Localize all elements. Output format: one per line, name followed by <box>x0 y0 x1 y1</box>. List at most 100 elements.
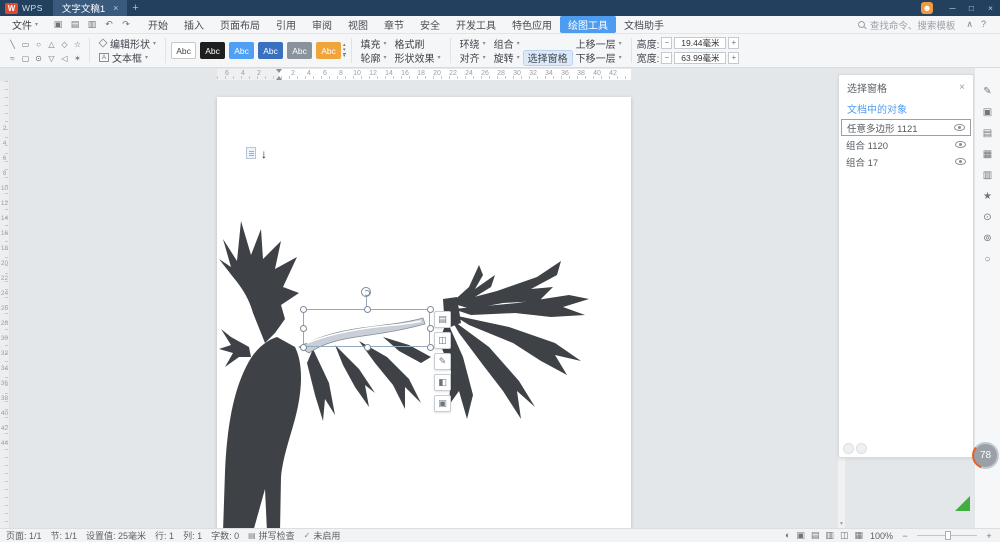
floating-tool-button[interactable]: ✎ <box>434 353 451 370</box>
menu-tab[interactable]: 开发工具 <box>448 16 504 33</box>
floating-tool-button[interactable]: ◫ <box>434 332 451 349</box>
document-page[interactable]: ↓ ▤◫✎◧▣ <box>217 97 631 528</box>
help-icon[interactable]: ? <box>981 19 986 30</box>
indent-markers[interactable] <box>275 69 284 80</box>
text-box-button[interactable]: A 文本框 ▾ <box>95 51 160 65</box>
quick-access-icon[interactable]: ▣ <box>51 19 65 30</box>
zoom-in-button[interactable]: + <box>984 531 994 541</box>
shape-icon[interactable]: ✶ <box>71 51 84 65</box>
quick-access-icon[interactable]: ↶ <box>102 19 116 30</box>
file-menu-button[interactable]: 文件 ▾ <box>6 17 44 32</box>
gallery-down-icon[interactable]: ▾ <box>343 48 346 52</box>
width-decrease-button[interactable]: − <box>661 52 672 64</box>
shape-icon[interactable]: ◇ <box>58 37 71 51</box>
shape-icon[interactable]: ▢ <box>19 51 32 65</box>
user-avatar[interactable]: ☻ <box>921 2 933 14</box>
resize-handle-sw[interactable] <box>300 344 307 351</box>
proofing-status[interactable]: ✓ 未启用 <box>304 529 341 542</box>
shape-style-swatch[interactable]: Abc <box>229 42 254 59</box>
view-mode-icon[interactable]: ◫ <box>840 530 849 541</box>
visibility-eye-icon[interactable] <box>955 158 966 165</box>
menu-tab[interactable]: 页面布局 <box>212 16 268 33</box>
sidebar-tool-icon[interactable]: ✎ <box>983 86 991 98</box>
resize-handle-ne[interactable] <box>427 306 434 313</box>
maximize-button[interactable]: □ <box>962 0 981 16</box>
quick-access-icon[interactable]: ▤ <box>68 19 82 30</box>
rotation-handle[interactable] <box>361 287 371 297</box>
minimize-button[interactable]: ─ <box>943 0 962 16</box>
resize-handle-n[interactable] <box>364 306 371 313</box>
view-mode-icon[interactable]: ▣ <box>796 530 805 541</box>
menu-tab[interactable]: 引用 <box>268 16 304 33</box>
height-decrease-button[interactable]: − <box>661 37 672 49</box>
view-mode-icon[interactable]: ▥ <box>825 530 834 541</box>
close-icon[interactable]: × <box>959 82 965 93</box>
bring-forward-button[interactable]: 上移一层 ▾ <box>572 36 626 50</box>
wrap-button[interactable]: 环绕 ▾ <box>456 36 490 50</box>
new-tab-button[interactable]: + <box>127 2 143 14</box>
floating-tool-button[interactable]: ▣ <box>434 395 451 412</box>
edit-shape-button[interactable]: 编辑形状 ▾ <box>95 36 160 50</box>
view-mode-icon[interactable]: ▦ <box>854 530 863 541</box>
tree-shape-group[interactable] <box>219 221 589 528</box>
send-backward-button[interactable]: 下移一层 ▾ <box>572 51 626 65</box>
visibility-eye-icon[interactable] <box>955 141 966 148</box>
menu-tab[interactable]: 章节 <box>376 16 412 33</box>
spell-check-status[interactable]: ▤ 拼写检查 <box>248 529 295 542</box>
menu-tab[interactable]: 视图 <box>340 16 376 33</box>
object-list-item[interactable]: 组合 17 <box>841 153 971 170</box>
floating-tool-button[interactable]: ▤ <box>434 311 451 328</box>
selection-pane-button[interactable]: 选择窗格 <box>524 51 572 65</box>
shape-style-swatch[interactable]: Abc <box>171 42 196 59</box>
resize-handle-w[interactable] <box>300 325 307 332</box>
width-increase-button[interactable]: + <box>728 52 739 64</box>
floating-tool-button[interactable]: ◧ <box>434 374 451 391</box>
menu-tab[interactable]: 审阅 <box>304 16 340 33</box>
height-input[interactable]: 19.44毫米 <box>674 37 726 49</box>
object-list-item[interactable]: 组合 1120 <box>841 136 971 153</box>
shape-icon[interactable]: ▽ <box>45 51 58 65</box>
width-input[interactable]: 63.99毫米 <box>674 52 726 64</box>
shape-icon[interactable]: ≈ <box>6 51 19 65</box>
shape-style-swatch[interactable]: Abc <box>316 42 341 59</box>
resize-handle-s[interactable] <box>364 344 371 351</box>
shape-selection-box[interactable] <box>303 309 430 347</box>
sidebar-tool-icon[interactable]: ▣ <box>983 107 992 119</box>
sidebar-tool-icon[interactable]: ⊙ <box>983 212 991 224</box>
view-mode-icon[interactable]: ▤ <box>811 530 820 541</box>
zoom-level[interactable]: 100% <box>870 531 893 541</box>
command-search[interactable]: 查找命令、搜索模板 <box>858 18 956 32</box>
shape-icon[interactable]: ╲ <box>6 37 19 51</box>
shape-style-swatch[interactable]: Abc <box>287 42 312 59</box>
document-tab[interactable]: 文字文稿1 × <box>53 0 128 16</box>
sidebar-tool-icon[interactable]: ▦ <box>983 149 992 161</box>
resize-handle-e[interactable] <box>427 325 434 332</box>
shape-icon[interactable]: ▭ <box>19 37 32 51</box>
close-button[interactable]: × <box>981 0 1000 16</box>
scroll-down-icon[interactable]: ▼ <box>838 521 845 527</box>
left-indent-marker[interactable] <box>276 76 282 80</box>
tab-close-icon[interactable]: × <box>113 3 118 13</box>
menu-tab[interactable]: 绘图工具 <box>560 16 616 33</box>
outline-button[interactable]: 轮廓 ▾ <box>357 51 391 65</box>
sidebar-tool-icon[interactable]: ▤ <box>983 128 992 140</box>
shape-icon[interactable]: △ <box>45 37 58 51</box>
sidebar-tool-icon[interactable]: ▥ <box>983 170 992 182</box>
resize-handle-se[interactable] <box>427 344 434 351</box>
shape-icon[interactable]: ○ <box>32 37 45 51</box>
sidebar-tool-icon[interactable]: ⊚ <box>983 233 991 245</box>
shape-style-swatch[interactable]: Abc <box>200 42 225 59</box>
group-button[interactable]: 组合 ▾ <box>490 36 524 50</box>
menu-tab[interactable]: 安全 <box>412 16 448 33</box>
sidebar-tool-icon[interactable]: ○ <box>984 254 990 266</box>
quick-access-icon[interactable]: ↷ <box>119 19 133 30</box>
resize-handle-nw[interactable] <box>300 306 307 313</box>
document-canvas[interactable]: ↓ ▤◫✎◧▣ <box>10 81 838 528</box>
rotate-button[interactable]: 旋转 ▾ <box>490 51 524 65</box>
menu-tab[interactable]: 特色应用 <box>504 16 560 33</box>
sidebar-tool-icon[interactable]: ★ <box>983 191 992 203</box>
view-mode-icon[interactable]: ◐ <box>785 530 790 541</box>
shape-icon[interactable]: ◁ <box>58 51 71 65</box>
zoom-out-button[interactable]: − <box>900 531 910 541</box>
fill-button[interactable]: 填充 ▾ <box>357 36 391 50</box>
